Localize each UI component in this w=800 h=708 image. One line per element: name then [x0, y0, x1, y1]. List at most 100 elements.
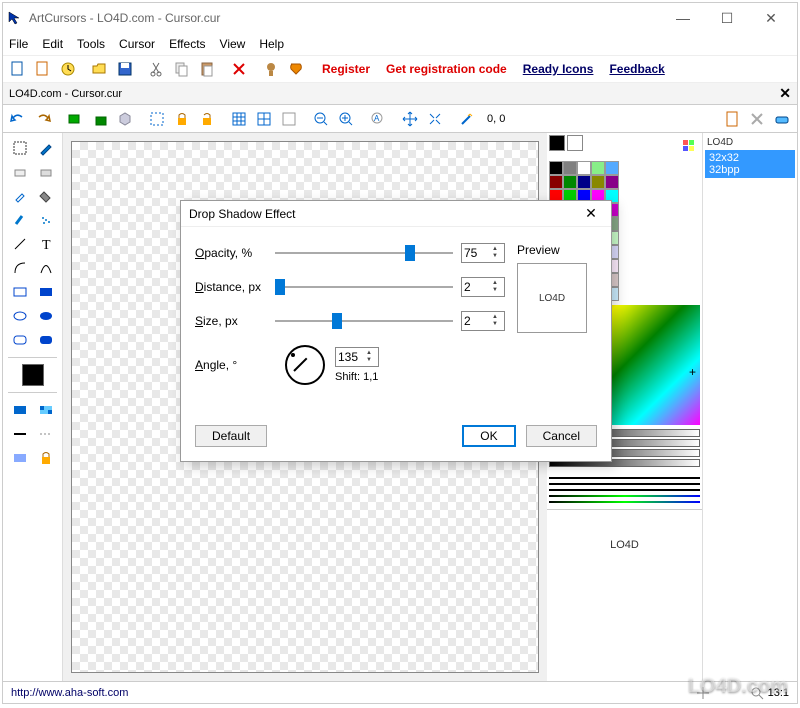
readyicons-link[interactable]: Ready Icons: [523, 62, 594, 76]
palette-swatch[interactable]: [577, 175, 591, 189]
help-icon[interactable]: [285, 58, 307, 80]
palette-swatch[interactable]: [577, 161, 591, 175]
palette-swatch[interactable]: [563, 175, 577, 189]
ok-button[interactable]: OK: [462, 425, 515, 447]
menu-effects[interactable]: Effects: [169, 37, 205, 51]
zoom-font-icon[interactable]: A: [367, 108, 389, 130]
menu-edit[interactable]: Edit: [42, 37, 63, 51]
rect-tool[interactable]: [9, 281, 31, 303]
menu-help[interactable]: Help: [259, 37, 284, 51]
palette-opts-icon[interactable]: [678, 135, 700, 157]
angle-spinner[interactable]: 135▲▼: [335, 347, 379, 367]
tab-close-icon[interactable]: ✕: [779, 85, 791, 102]
redo-icon[interactable]: [32, 108, 54, 130]
undo-icon[interactable]: [7, 108, 29, 130]
default-button[interactable]: Default: [195, 425, 267, 447]
maximize-button[interactable]: ☐: [705, 4, 749, 32]
dashed-tool[interactable]: [35, 423, 57, 445]
angle-wheel[interactable]: [285, 345, 325, 385]
palette-swatch[interactable]: [605, 161, 619, 175]
size-spinner[interactable]: 2▲▼: [461, 311, 505, 331]
palette-swatch[interactable]: [549, 175, 563, 189]
wand-icon[interactable]: [456, 108, 478, 130]
layer1-icon[interactable]: [64, 108, 86, 130]
eraser-icon[interactable]: [771, 108, 793, 130]
curve2-tool[interactable]: [35, 257, 57, 279]
paste-icon[interactable]: [196, 58, 218, 80]
menu-cursor[interactable]: Cursor: [119, 37, 155, 51]
move-icon[interactable]: [399, 108, 421, 130]
fillrect-tool[interactable]: [35, 281, 57, 303]
grid2-icon[interactable]: [253, 108, 275, 130]
brush-tool[interactable]: [9, 209, 31, 231]
palette-swatch[interactable]: [549, 161, 563, 175]
document-tab-bar: LO4D.com - Cursor.cur ✕: [3, 83, 797, 105]
palette-swatch[interactable]: [591, 161, 605, 175]
cut-icon[interactable]: [146, 58, 168, 80]
layer2-icon[interactable]: [89, 108, 111, 130]
eraser2-tool[interactable]: [35, 161, 57, 183]
fg-swatch[interactable]: [22, 364, 44, 386]
clock-icon[interactable]: [57, 58, 79, 80]
roundrect-tool[interactable]: [9, 329, 31, 351]
zoom-in-icon[interactable]: [335, 108, 357, 130]
page-icon[interactable]: [721, 108, 743, 130]
menu-view[interactable]: View: [220, 37, 246, 51]
pencil-tool[interactable]: [35, 137, 57, 159]
minimize-button[interactable]: —: [661, 4, 705, 32]
border-icon[interactable]: [278, 108, 300, 130]
wizard-icon[interactable]: [260, 58, 282, 80]
document-tab[interactable]: LO4D.com - Cursor.cur: [9, 88, 779, 100]
select-icon[interactable]: [146, 108, 168, 130]
ellipse-tool[interactable]: [9, 305, 31, 327]
new-doc-icon[interactable]: [32, 58, 54, 80]
line-styles[interactable]: [549, 473, 700, 507]
line-style-tool[interactable]: [9, 423, 31, 445]
lock2-tool[interactable]: [35, 447, 57, 469]
opacity-slider[interactable]: [275, 252, 453, 254]
curve-tool[interactable]: [9, 257, 31, 279]
register-link[interactable]: Register: [322, 62, 370, 76]
color-fg[interactable]: [549, 135, 565, 151]
marquee-tool[interactable]: [9, 137, 31, 159]
del2-icon[interactable]: [746, 108, 768, 130]
bucket-tool[interactable]: [35, 185, 57, 207]
delete-icon[interactable]: [228, 58, 250, 80]
dialog-close-icon[interactable]: ✕: [579, 205, 603, 222]
opacity-spinner[interactable]: 75▲▼: [461, 243, 505, 263]
shrink-icon[interactable]: [424, 108, 446, 130]
text-tool[interactable]: T: [35, 233, 57, 255]
menu-tools[interactable]: Tools: [77, 37, 105, 51]
fillrrect-tool[interactable]: [35, 329, 57, 351]
grid-icon[interactable]: [228, 108, 250, 130]
save-icon[interactable]: [114, 58, 136, 80]
open-icon[interactable]: [89, 58, 111, 80]
menu-file[interactable]: File: [9, 37, 28, 51]
palette-swatch[interactable]: [591, 175, 605, 189]
copy-icon[interactable]: [171, 58, 193, 80]
palette-swatch[interactable]: [605, 175, 619, 189]
new-icon[interactable]: [7, 58, 29, 80]
gradient-tool[interactable]: [9, 399, 31, 421]
palette-swatch[interactable]: [563, 161, 577, 175]
format-item[interactable]: 32x32 32bpp: [705, 150, 795, 178]
feedback-link[interactable]: Feedback: [609, 62, 664, 76]
pattern-tool[interactable]: [35, 399, 57, 421]
size-slider[interactable]: [275, 320, 453, 322]
lock-icon[interactable]: [171, 108, 193, 130]
zoom-out-icon[interactable]: [310, 108, 332, 130]
close-button[interactable]: ✕: [749, 4, 793, 32]
cancel-button[interactable]: Cancel: [526, 425, 597, 447]
fill-b-tool[interactable]: [9, 447, 31, 469]
getcode-link[interactable]: Get registration code: [386, 62, 507, 76]
distance-slider[interactable]: [275, 286, 453, 288]
line-tool[interactable]: [9, 233, 31, 255]
spray-tool[interactable]: [35, 209, 57, 231]
distance-spinner[interactable]: 2▲▼: [461, 277, 505, 297]
unlock-icon[interactable]: [196, 108, 218, 130]
eyedropper-tool[interactable]: [9, 185, 31, 207]
fillellipse-tool[interactable]: [35, 305, 57, 327]
cube-icon[interactable]: [114, 108, 136, 130]
color-bg[interactable]: [567, 135, 583, 151]
eraser-tool[interactable]: [9, 161, 31, 183]
